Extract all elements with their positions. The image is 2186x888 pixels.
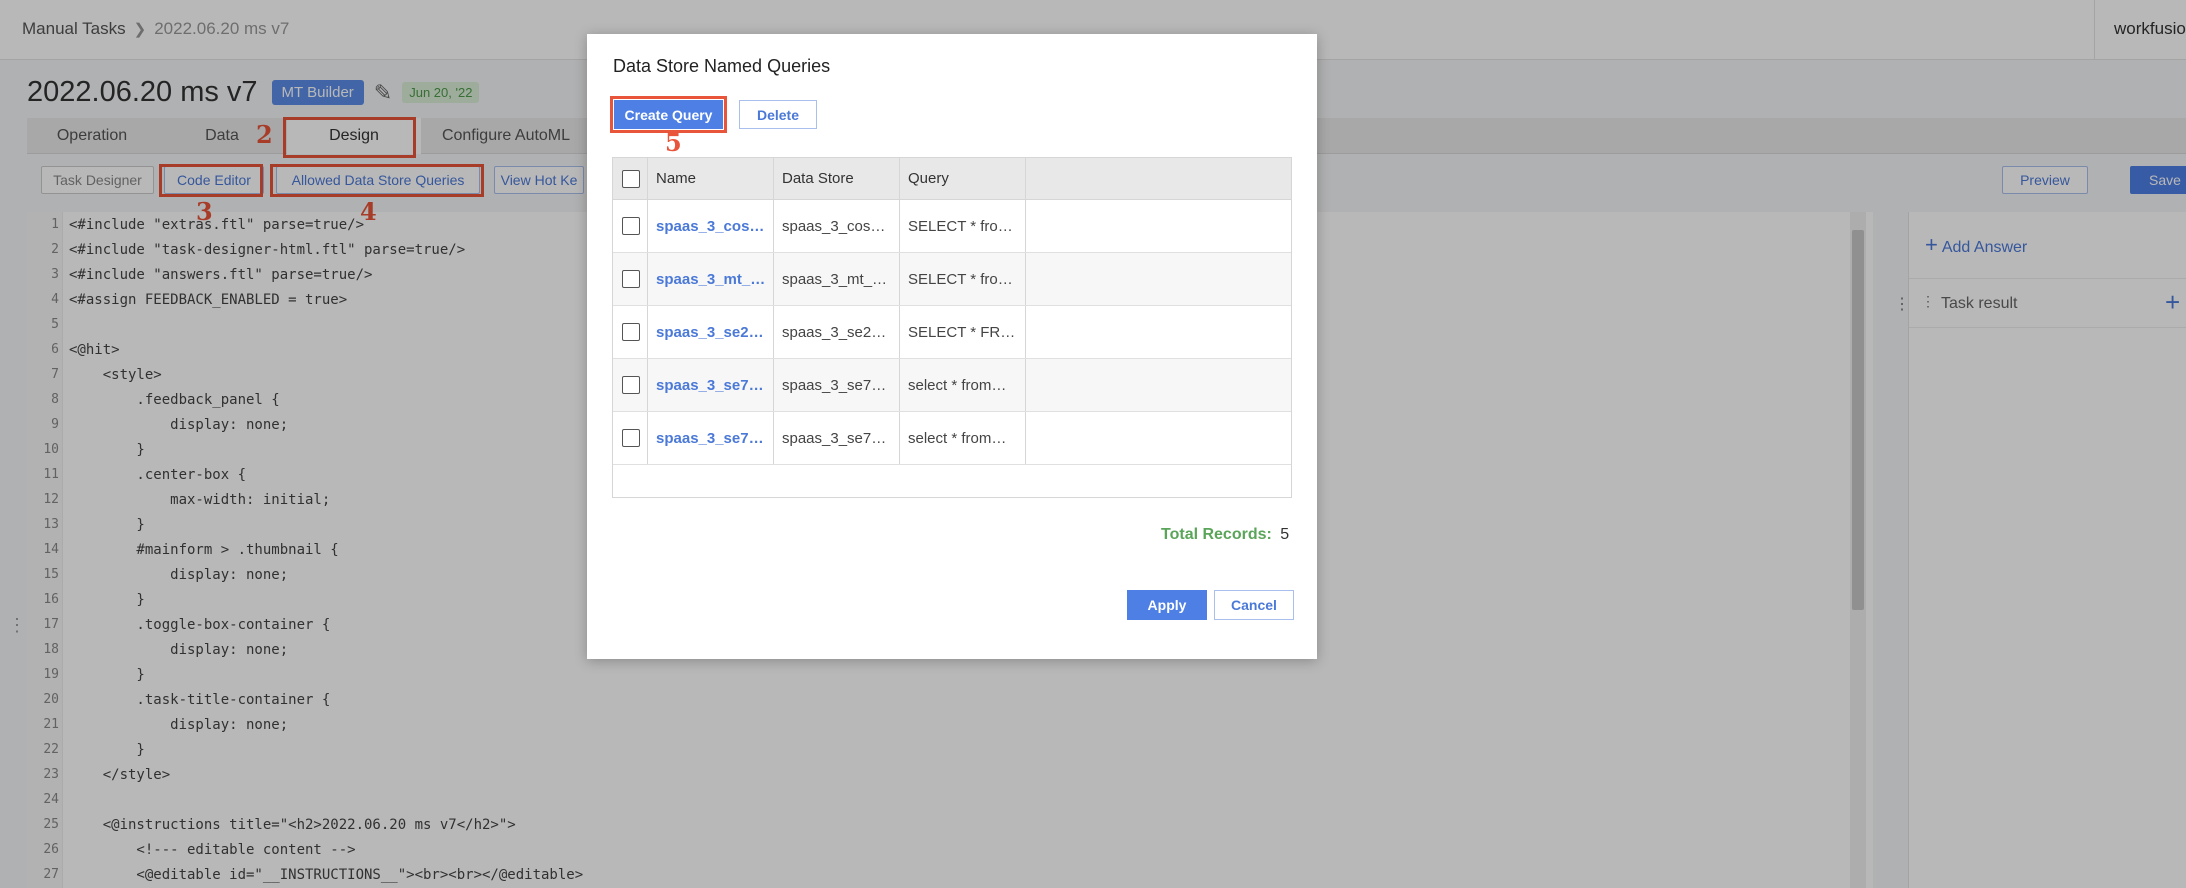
column-header-data-store[interactable]: Data Store (774, 158, 900, 199)
query-name-link[interactable]: spaas_3_se2… (656, 324, 764, 341)
query-text: SELECT * fro… (908, 270, 1013, 288)
cell-empty (1026, 359, 1291, 411)
cancel-button[interactable]: Cancel (1214, 590, 1294, 620)
annotation-number: 5 (665, 128, 682, 157)
row-checkbox-cell (613, 253, 648, 305)
cell-empty (1026, 412, 1291, 464)
row-checkbox[interactable] (622, 429, 640, 447)
cell-name[interactable]: spaas_3_se7… (648, 412, 774, 464)
query-text: SELECT * FR… (908, 323, 1016, 341)
queries-table: Name Data Store Query spaas_3_cos… spaas_… (612, 157, 1292, 498)
table-row[interactable]: spaas_3_mt_… spaas_3_mt_… SELECT * fro… (613, 253, 1291, 306)
cell-name[interactable]: spaas_3_cos… (648, 200, 774, 252)
cell-name[interactable]: spaas_3_mt_… (648, 253, 774, 305)
total-records-value: 5 (1280, 526, 1290, 543)
table-row[interactable]: spaas_3_se7… spaas_3_se7… select * from… (613, 359, 1291, 412)
row-checkbox[interactable] (622, 217, 640, 235)
data-store-text: spaas_3_se7… (782, 376, 887, 394)
table-header: Name Data Store Query (613, 158, 1291, 200)
delete-button[interactable]: Delete (739, 100, 817, 129)
query-text: select * from… (908, 429, 1007, 447)
apply-button[interactable]: Apply (1127, 590, 1207, 620)
cell-empty (1026, 253, 1291, 305)
row-checkbox[interactable] (622, 323, 640, 341)
cell-query: SELECT * FR… (900, 306, 1026, 358)
data-store-text: spaas_3_cos… (782, 217, 886, 235)
row-checkbox-cell (613, 412, 648, 464)
table-row[interactable]: spaas_3_se2… spaas_3_se2… SELECT * FR… (613, 306, 1291, 359)
table-row[interactable]: spaas_3_se7… spaas_3_se7… select * from… (613, 412, 1291, 465)
column-header-name[interactable]: Name (648, 158, 774, 199)
data-store-text: spaas_3_mt_… (782, 270, 888, 288)
cell-data-store: spaas_3_se7… (774, 412, 900, 464)
query-text: select * from… (908, 376, 1007, 394)
cell-query: SELECT * fro… (900, 253, 1026, 305)
row-checkbox[interactable] (622, 376, 640, 394)
total-records: Total Records: 5 (1161, 526, 1289, 544)
cell-empty (1026, 200, 1291, 252)
cell-data-store: spaas_3_se2… (774, 306, 900, 358)
total-records-label: Total Records: (1161, 526, 1272, 543)
row-checkbox-cell (613, 359, 648, 411)
select-all-checkbox[interactable] (622, 169, 640, 188)
data-store-text: spaas_3_se2… (782, 323, 887, 341)
query-name-link[interactable]: spaas_3_se7… (656, 430, 764, 447)
cell-name[interactable]: spaas_3_se7… (648, 359, 774, 411)
named-queries-dialog: Data Store Named Queries Create Query De… (587, 34, 1317, 659)
cell-query: select * from… (900, 412, 1026, 464)
row-checkbox[interactable] (622, 270, 640, 288)
query-text: SELECT * fro… (908, 217, 1013, 235)
cell-query: SELECT * fro… (900, 200, 1026, 252)
cell-name[interactable]: spaas_3_se2… (648, 306, 774, 358)
column-header-empty (1026, 158, 1291, 199)
cell-data-store: spaas_3_mt_… (774, 253, 900, 305)
column-header-query[interactable]: Query (900, 158, 1026, 199)
cell-query: select * from… (900, 359, 1026, 411)
row-checkbox-cell (613, 200, 648, 252)
table-row[interactable]: spaas_3_cos… spaas_3_cos… SELECT * fro… (613, 200, 1291, 253)
query-name-link[interactable]: spaas_3_cos… (656, 218, 764, 235)
data-store-text: spaas_3_se7… (782, 429, 887, 447)
row-checkbox-cell (613, 306, 648, 358)
header-checkbox-cell (613, 158, 648, 199)
cell-data-store: spaas_3_se7… (774, 359, 900, 411)
cell-data-store: spaas_3_cos… (774, 200, 900, 252)
cell-empty (1026, 306, 1291, 358)
query-name-link[interactable]: spaas_3_mt_… (656, 271, 765, 288)
dialog-title: Data Store Named Queries (613, 56, 831, 76)
query-name-link[interactable]: spaas_3_se7… (656, 377, 764, 394)
